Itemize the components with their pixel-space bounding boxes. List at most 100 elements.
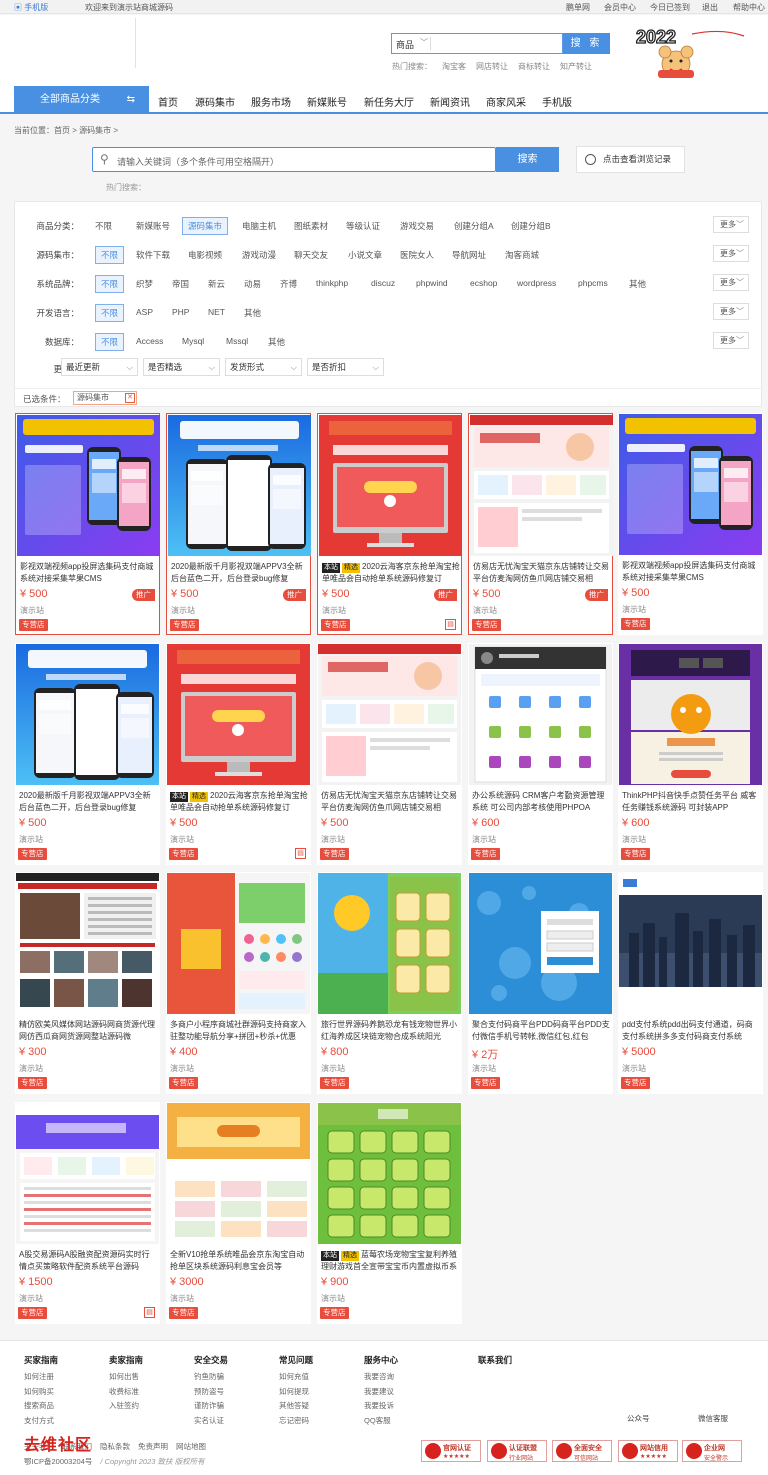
product-card[interactable]: 影视双端视频app投屏选集码支付商城系统对接采集苹果CMS ¥ 500 演示站 专营店… (15, 413, 160, 635)
demo-site-link[interactable]: 演示站 (19, 1293, 43, 1304)
product-image-wrap[interactable] (469, 873, 612, 1014)
filter-option[interactable]: 源码集市 (182, 217, 229, 235)
product-image-wrap[interactable] (619, 414, 762, 555)
footer-link[interactable]: 谨防诈骗 (194, 1399, 228, 1414)
filter-option[interactable]: 电影视频 (188, 249, 222, 261)
footer-link[interactable]: 免责声明 (138, 1442, 168, 1451)
demo-site-link[interactable]: 演示站 (322, 605, 346, 616)
document-icon[interactable]: ▤ (445, 619, 456, 630)
filter-option[interactable]: Access (136, 336, 163, 346)
certification-badge[interactable]: 企业网 安全警示 (682, 1440, 742, 1462)
filter-option[interactable]: phpcms (578, 278, 608, 288)
filter-option[interactable]: 不限 (95, 275, 125, 293)
filter-option[interactable]: 导航网址 (452, 249, 486, 261)
all-categories-button[interactable]: 全部商品分类 ⇆ (14, 86, 149, 113)
product-card[interactable]: ThinkPHP抖音快手点赞任务平台 威客任务赚钱系统源码 可封装APP ¥ 60… (618, 643, 763, 865)
search-input[interactable]: 商品 ﹀ (391, 33, 563, 54)
filter-option[interactable]: 小说文章 (348, 249, 382, 261)
top-link[interactable]: 帮助中心 (733, 2, 765, 13)
product-image-wrap[interactable] (167, 873, 310, 1014)
hot-term[interactable]: 知产转让 (560, 62, 592, 71)
filter-option[interactable]: 医院女人 (400, 249, 434, 261)
product-title[interactable]: 旅行世界源码养鹅恐龙有钱宠物世界小红海养成区块链宠物合成系统阳光 (321, 1019, 459, 1043)
mobile-link[interactable]: ▣ 手机版 (14, 2, 48, 13)
product-image-wrap[interactable] (167, 644, 310, 785)
product-card[interactable]: 仿易店无忧淘宝天猫京东店铺转让交易平台仿麦淘网仿鱼爪网店铺交易相 ¥ 500 演示站… (468, 413, 613, 635)
footer-link[interactable]: 如何充值 (279, 1370, 313, 1385)
product-image-wrap[interactable] (16, 644, 159, 785)
demo-site-link[interactable]: 演示站 (171, 605, 195, 616)
browse-history-button[interactable]: 点击查看浏览记录 (576, 146, 685, 173)
demo-site-link[interactable]: 演示站 (622, 834, 646, 845)
filter-more-button[interactable]: 更多 ﹀ (713, 245, 749, 262)
filter-option[interactable]: 电脑主机 (242, 220, 276, 232)
product-image-wrap[interactable] (16, 1103, 159, 1244)
product-title[interactable]: 聚合支付码商平台PDD码商平台PDD支付微信手机号转帐,微信红包,红包 (472, 1019, 610, 1043)
top-link[interactable]: 会员中心 (604, 2, 636, 13)
top-link[interactable]: 鹏单网 (566, 2, 590, 13)
filter-option[interactable]: ASP (136, 307, 153, 317)
nav-item[interactable]: 新任务大厅 (364, 94, 414, 109)
product-card[interactable]: 本站 精选 2020云海客京东抢单淘宝抢单唯品会自动抢单系统源码修复订 ¥ 500 演示… (166, 643, 311, 865)
document-icon[interactable]: ▤ (144, 1307, 155, 1318)
footer-link[interactable]: 我要咨询 (364, 1370, 398, 1385)
demo-site-link[interactable]: 演示站 (622, 604, 646, 615)
filter-more-button[interactable]: 更多 ﹀ (713, 332, 749, 349)
filter-option[interactable]: phpwind (416, 278, 448, 288)
filter-option[interactable]: 不限 (95, 220, 112, 232)
filter-option[interactable]: 不限 (95, 246, 125, 264)
top-link[interactable]: 今日已签到 (650, 2, 690, 13)
nav-item[interactable]: 新媒账号 (307, 94, 347, 109)
nav-item[interactable]: 源码集市 (195, 94, 235, 109)
close-icon[interactable]: ✕ (125, 393, 135, 403)
filter-more-button[interactable]: 更多 ﹀ (713, 303, 749, 320)
product-image-wrap[interactable] (619, 644, 762, 785)
certification-badge[interactable]: 官网认证 ★★★★★ (421, 1440, 481, 1462)
filter-option[interactable]: thinkphp (316, 278, 348, 288)
filter-option[interactable]: 齐博 (280, 278, 297, 290)
nav-item[interactable]: 新闻资讯 (430, 94, 470, 109)
product-title[interactable]: 2020最新版千月影视双端APPV3全新后台蓝色二开，后台登录bug修复 (171, 561, 309, 585)
certification-badge[interactable]: 网站信用 ★★★★★ (618, 1440, 678, 1462)
product-title[interactable]: 影视双端视频app投屏选集码支付商城系统对接采集苹果CMS (20, 561, 158, 585)
filter-option[interactable]: wordpress (517, 278, 556, 288)
product-image-wrap[interactable] (318, 1103, 461, 1244)
demo-site-link[interactable]: 演示站 (19, 834, 43, 845)
product-card[interactable]: 2020最新版千月影视双端APPV3全新后台蓝色二开，后台登录bug修复 ¥ 50… (15, 643, 160, 865)
footer-link[interactable]: 搜索商品 (24, 1399, 58, 1414)
product-image-wrap[interactable] (469, 644, 612, 785)
filter-option[interactable]: 淘客商城 (505, 249, 539, 261)
filter-option[interactable]: 其他 (629, 278, 646, 290)
filter-option[interactable]: 帝国 (172, 278, 189, 290)
product-title[interactable]: 本站 精选 2020云海客京东抢单淘宝抢单唯品会自动抢单系统源码修复订 (322, 561, 460, 585)
demo-site-link[interactable]: 演示站 (19, 1063, 43, 1074)
product-card[interactable]: A股交易源码A股融资配资源码实时行情点买策略软件配资系统平台源码 ¥ 1500 演示… (15, 1102, 160, 1324)
keyword-search-button[interactable]: 搜索 (496, 147, 559, 172)
nav-item[interactable]: 首页 (158, 94, 178, 109)
product-image-wrap[interactable] (168, 415, 311, 556)
product-card[interactable]: 旅行世界源码养鹅恐龙有钱宠物世界小红海养成区块链宠物合成系统阳光 ¥ 800 演示站… (317, 872, 462, 1094)
filter-option[interactable]: 图纸素材 (294, 220, 328, 232)
top-link[interactable]: 退出 (702, 2, 718, 13)
demo-site-link[interactable]: 演示站 (473, 605, 497, 616)
product-image-wrap[interactable] (619, 873, 762, 1014)
nav-item[interactable]: 服务市场 (251, 94, 291, 109)
sort-dropdown[interactable]: 最近更新 ⌵ (61, 358, 138, 376)
demo-site-link[interactable]: 演示站 (170, 1293, 194, 1304)
footer-link[interactable]: 如何出售 (109, 1370, 143, 1385)
product-card[interactable]: pdd支付系统pdd出码支付通道，码商支付系统拼多多支付码商支付系统 ¥ 5000… (618, 872, 763, 1094)
demo-site-link[interactable]: 演示站 (20, 605, 44, 616)
product-title[interactable]: 多商户小程序商城社群源码支持商家入驻整功能导航分享+拼团+秒杀+优惠 (170, 1019, 308, 1043)
footer-link[interactable]: 实名认证 (194, 1414, 228, 1429)
footer-link[interactable]: 如何购买 (24, 1385, 58, 1400)
product-image-wrap[interactable] (319, 415, 462, 556)
footer-link[interactable]: 入驻签约 (109, 1399, 143, 1414)
featured-dropdown[interactable]: 是否精选 ⌵ (143, 358, 220, 376)
product-title[interactable]: A股交易源码A股融资配资源码实时行情点买策略软件配资系统平台源码 (19, 1249, 157, 1273)
hot-term[interactable]: 淘宝客 (442, 62, 466, 71)
hot-term[interactable]: 网店转让 (476, 62, 508, 71)
product-card[interactable]: 仿易店无忧淘宝天猫京东店铺转让交易平台仿麦淘网仿鱼爪网店铺交易相 ¥ 500 演示站… (317, 643, 462, 865)
nav-item[interactable]: 商家风采 (486, 94, 526, 109)
demo-site-link[interactable]: 演示站 (321, 1293, 345, 1304)
demo-site-link[interactable]: 演示站 (472, 1063, 496, 1074)
